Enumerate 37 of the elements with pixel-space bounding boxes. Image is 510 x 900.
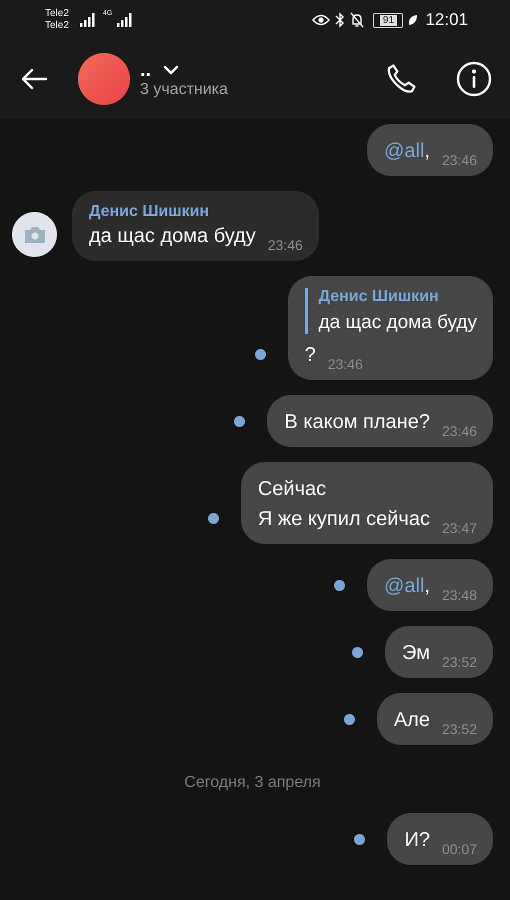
- quoted-text: да щас дома буду: [318, 312, 477, 334]
- leaf-icon: [408, 14, 418, 26]
- date-separator: Сегодня, 3 апреля: [184, 774, 321, 792]
- sender-name: Денис Шишкин: [89, 203, 210, 221]
- message-time: 23:52: [442, 721, 477, 737]
- chat-title[interactable]: ..: [140, 59, 152, 81]
- message-time: 23:47: [442, 520, 477, 536]
- message-text: @all,: [384, 139, 430, 164]
- carrier-name: Tele2: [45, 20, 69, 32]
- bluetooth-icon: [335, 12, 346, 28]
- back-button[interactable]: [20, 67, 48, 91]
- message-time: 23:46: [328, 356, 363, 372]
- chat-avatar: [78, 53, 130, 105]
- muted-bell-icon: [350, 12, 364, 28]
- message-time: 00:07: [442, 841, 477, 857]
- participant-count: 3 участника: [140, 81, 228, 99]
- message-text: ?: [304, 343, 316, 368]
- eye-icon: [312, 14, 330, 26]
- carrier-name: Tele2: [45, 8, 69, 20]
- message-text: В каком плане?: [284, 410, 430, 435]
- message-text: @all,: [384, 574, 430, 599]
- message-time: 23:48: [442, 587, 477, 603]
- camera-icon: [24, 226, 46, 244]
- sender-name: Денис Шишкин: [318, 288, 440, 306]
- message-time: 23:46: [442, 423, 477, 439]
- message-time: 23:46: [442, 152, 477, 168]
- message-text: да щас дома буду: [89, 224, 256, 249]
- chevron-down-icon[interactable]: [163, 65, 180, 75]
- message-time: 23:52: [442, 654, 477, 670]
- clock: 12:01: [425, 10, 468, 30]
- message-text: И?: [404, 828, 430, 853]
- info-button[interactable]: [456, 61, 492, 97]
- message-text: Эм: [402, 641, 430, 666]
- message-text: Але: [394, 708, 430, 733]
- battery-icon: 91: [373, 12, 404, 28]
- message-time: 23:46: [268, 237, 303, 253]
- message-text: Сейчас Я же купил сейчас: [258, 477, 430, 532]
